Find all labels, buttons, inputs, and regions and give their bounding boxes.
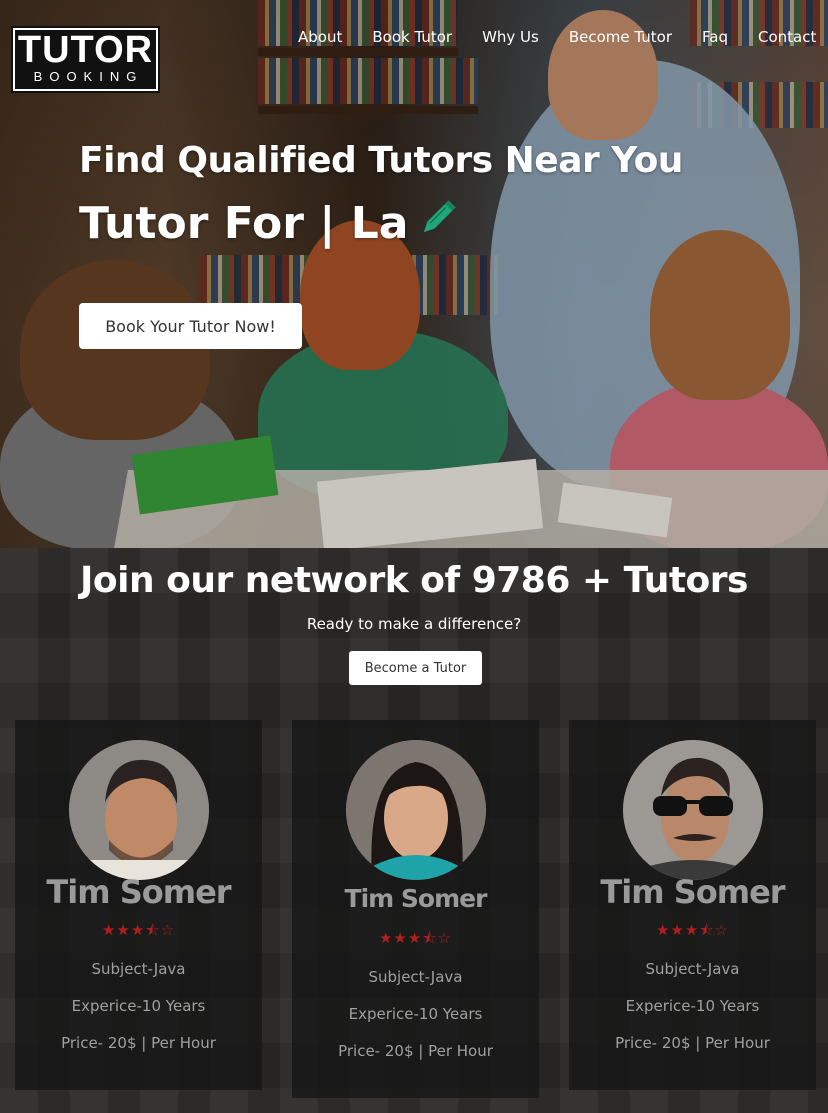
tutor-price: Price- 20$ | Per Hour	[615, 1034, 770, 1052]
tutor-card[interactable]: Tim Somer ★★★⯪☆ Subject-Java Experice-10…	[15, 720, 262, 1090]
tutor-network-section: Join our network of 9786 + Tutors Ready …	[0, 548, 828, 1113]
rating-stars: ★★★⯪☆	[101, 921, 175, 939]
tutor-subject: Subject-Java	[368, 968, 463, 986]
site-logo[interactable]: TUTOR BOOKING	[11, 26, 160, 93]
tutor-name: Tim Somer	[46, 873, 231, 911]
pencil-icon	[416, 196, 460, 251]
hero-typed-text: Tutor For | La	[79, 196, 460, 251]
rating-stars: ★★★⯪☆	[655, 921, 729, 939]
tutor-name: Tim Somer	[600, 873, 785, 911]
network-title: Join our network of 9786 + Tutors	[80, 560, 748, 601]
become-tutor-button[interactable]: Become a Tutor	[349, 651, 482, 685]
tutor-avatar	[346, 740, 486, 880]
tutor-name: Tim Somer	[344, 884, 488, 913]
tutor-card[interactable]: Tim Somer ★★★⯪☆ Subject-Java Experice-10…	[292, 720, 539, 1098]
nav-why-us[interactable]: Why Us	[482, 28, 539, 48]
tutor-card[interactable]: Tim Somer ★★★⯪☆ Subject-Java Experice-10…	[569, 720, 816, 1090]
nav-book-tutor[interactable]: Book Tutor	[372, 28, 452, 48]
typed-text: Tutor For | La	[79, 198, 409, 249]
tutor-subject: Subject-Java	[645, 960, 740, 978]
logo-text-top: TUTOR	[17, 29, 154, 71]
logo-text-bottom: BOOKING	[33, 69, 144, 84]
hero-banner: TUTOR BOOKING About Book Tutor Why Us Be…	[0, 0, 828, 548]
rating-stars: ★★★⯪☆	[378, 929, 452, 947]
network-subtitle: Ready to make a difference?	[306, 615, 522, 633]
tutor-price: Price- 20$ | Per Hour	[61, 1034, 216, 1052]
nav-contact[interactable]: Contact	[758, 28, 816, 48]
main-nav: About Book Tutor Why Us Become Tutor Faq…	[298, 28, 828, 48]
nav-about[interactable]: About	[298, 28, 342, 48]
tutor-avatar	[623, 740, 763, 880]
tutor-subject: Subject-Java	[91, 960, 186, 978]
hero-title: Find Qualified Tutors Near You	[79, 140, 683, 181]
tutor-experience: Experice-10 Years	[71, 997, 206, 1015]
tutor-price: Price- 20$ | Per Hour	[338, 1042, 493, 1060]
book-tutor-button[interactable]: Book Your Tutor Now!	[79, 303, 302, 349]
nav-faq[interactable]: Faq	[702, 28, 728, 48]
tutor-experience: Experice-10 Years	[625, 997, 760, 1015]
tutor-avatar	[69, 740, 209, 880]
tutor-experience: Experice-10 Years	[348, 1005, 483, 1023]
nav-become-tutor[interactable]: Become Tutor	[569, 28, 672, 48]
